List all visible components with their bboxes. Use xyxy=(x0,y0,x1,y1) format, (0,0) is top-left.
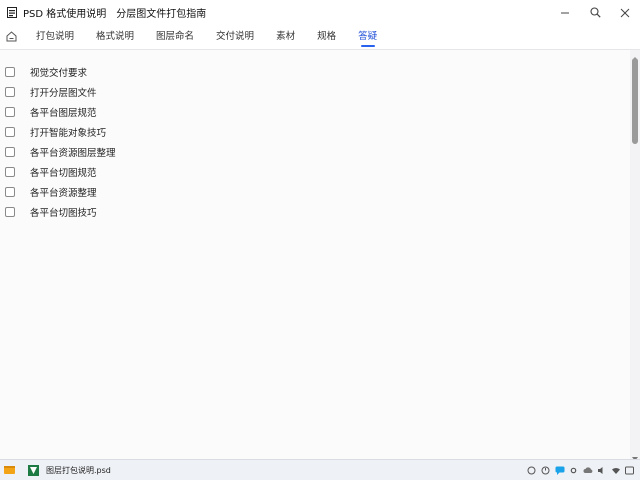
checkbox[interactable] xyxy=(5,67,15,77)
list-item-label: 视觉交付要求 xyxy=(30,68,88,79)
settings-icon[interactable] xyxy=(567,464,580,477)
window-controls xyxy=(550,0,640,24)
wifi-icon[interactable] xyxy=(609,464,622,477)
list-item-label: 各平台资源整理 xyxy=(30,188,97,199)
list-item[interactable]: 各平台切图技巧 xyxy=(5,202,116,222)
system-tray xyxy=(524,460,636,480)
list-item[interactable]: 打开分层图文件 xyxy=(5,82,116,102)
tab-specs[interactable]: 规格 xyxy=(311,24,342,49)
tab-format[interactable]: 格式说明 xyxy=(90,24,140,49)
search-icon xyxy=(589,3,601,22)
list-item-label: 打开分层图文件 xyxy=(30,88,97,99)
taskbar-app[interactable]: 图层打包说明.psd xyxy=(26,463,111,477)
vertical-scrollbar[interactable] xyxy=(630,50,640,461)
document-icon xyxy=(26,463,40,477)
tab-bar: 打包说明 格式说明 图层命名 交付说明 素材 规格 答疑 xyxy=(0,24,640,50)
clock-icon[interactable] xyxy=(539,464,552,477)
list-item[interactable]: 各平台资源整理 xyxy=(5,182,116,202)
tab-faq[interactable]: 答疑 xyxy=(352,24,383,49)
main-content: 视觉交付要求 打开分层图文件 各平台图层规范 打开智能对象技巧 各平台资源图层整… xyxy=(0,50,630,460)
window-title-right: 分层图文件打包指南 xyxy=(116,8,207,20)
tab-delivery[interactable]: 交付说明 xyxy=(210,24,260,49)
checkbox[interactable] xyxy=(5,167,15,177)
title-bar: PSD 格式使用说明 分层图文件打包指南 xyxy=(0,0,640,24)
list-item-label: 各平台图层规范 xyxy=(30,108,97,119)
list-item[interactable]: 各平台资源图层整理 xyxy=(5,142,116,162)
tab-assets[interactable]: 素材 xyxy=(270,24,301,49)
list-item-label: 各平台切图规范 xyxy=(30,168,97,179)
list-item[interactable]: 打开智能对象技巧 xyxy=(5,122,116,142)
minimize-icon xyxy=(560,3,570,22)
list-item[interactable]: 视觉交付要求 xyxy=(5,62,116,82)
tab-packaging[interactable]: 打包说明 xyxy=(30,24,80,49)
checklist: 视觉交付要求 打开分层图文件 各平台图层规范 打开智能对象技巧 各平台资源图层整… xyxy=(5,62,116,222)
list-item-label: 各平台切图技巧 xyxy=(30,208,97,219)
chat-icon[interactable] xyxy=(553,464,566,477)
cloud-icon[interactable] xyxy=(581,464,594,477)
list-item-label: 各平台资源图层整理 xyxy=(30,148,116,159)
app-window: PSD 格式使用说明 分层图文件打包指南 打包说明 格式说明 图层命名 交付说明… xyxy=(0,0,640,480)
taskbar: 图层打包说明.psd xyxy=(0,459,640,480)
taskbar-app-label: 图层打包说明.psd xyxy=(46,465,111,475)
minimize-button[interactable] xyxy=(550,0,580,24)
checkbox[interactable] xyxy=(5,127,15,137)
window-title-left: PSD 格式使用说明 xyxy=(23,8,107,20)
checkbox[interactable] xyxy=(5,187,15,197)
close-button[interactable] xyxy=(610,0,640,24)
checkbox[interactable] xyxy=(5,107,15,117)
list-item-label: 打开智能对象技巧 xyxy=(30,128,107,139)
start-menu-icon[interactable] xyxy=(2,463,16,477)
home-icon[interactable] xyxy=(2,28,20,46)
checkbox[interactable] xyxy=(5,87,15,97)
checkbox[interactable] xyxy=(5,147,15,157)
psd-file-icon xyxy=(7,6,17,18)
tab-layer-naming[interactable]: 图层命名 xyxy=(150,24,200,49)
search-button[interactable] xyxy=(580,0,610,24)
network-icon[interactable] xyxy=(525,464,538,477)
close-icon xyxy=(620,3,630,22)
scroll-thumb[interactable] xyxy=(632,58,638,144)
notification-icon[interactable] xyxy=(623,464,636,477)
list-item[interactable]: 各平台切图规范 xyxy=(5,162,116,182)
list-item[interactable]: 各平台图层规范 xyxy=(5,102,116,122)
checkbox[interactable] xyxy=(5,207,15,217)
volume-icon[interactable] xyxy=(595,464,608,477)
